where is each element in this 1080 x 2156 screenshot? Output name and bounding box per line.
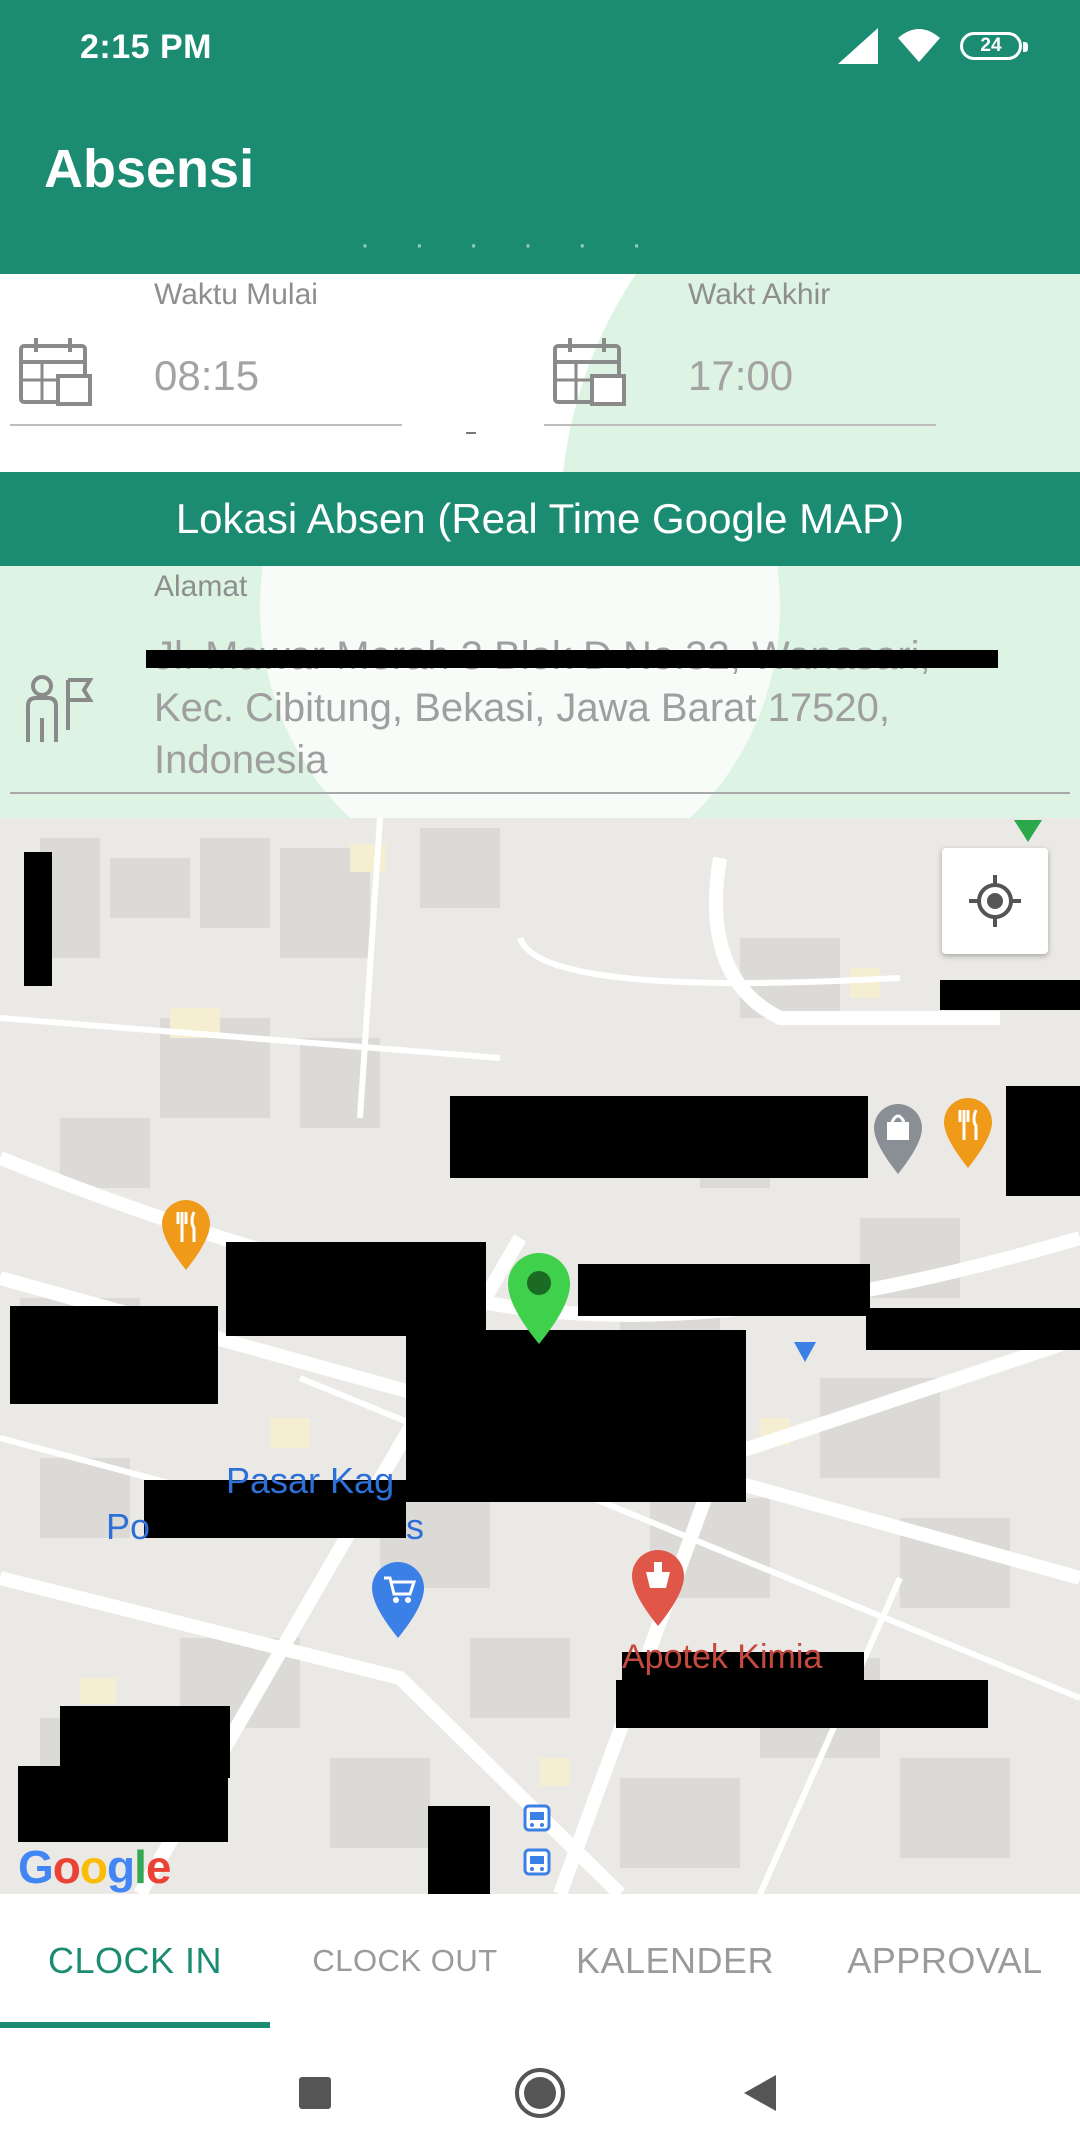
redaction-bar (146, 650, 998, 668)
redaction-bar (616, 1680, 988, 1728)
start-time-value: 08:15 (154, 352, 260, 399)
faded-scroll-text: · · · · · · (360, 228, 660, 261)
triangle-back-icon (744, 2075, 776, 2111)
my-location-icon (969, 875, 1021, 927)
shopping-cart-pin-icon[interactable] (368, 1558, 428, 1640)
tab-approval[interactable]: APPROVAL (810, 1894, 1080, 2028)
redaction-bar (406, 1330, 746, 1502)
redaction-bar (1006, 1086, 1080, 1196)
redaction-bar (10, 1306, 218, 1404)
battery-level: 24 (980, 35, 1002, 56)
small-map-marker-icon (794, 1342, 816, 1362)
redaction-bar (578, 1264, 870, 1316)
end-time-underline (544, 424, 936, 426)
restaurant-pin-icon[interactable] (158, 1196, 214, 1272)
redaction-bar (18, 1766, 228, 1842)
signal-icon (838, 28, 878, 64)
recent-apps-button[interactable] (280, 2058, 350, 2128)
redaction-bar (940, 980, 1080, 1010)
shopping-pin-icon[interactable] (870, 1100, 926, 1176)
battery-icon: 24 (960, 32, 1028, 60)
circle-icon (515, 2068, 565, 2118)
pharmacy-pin-icon[interactable] (628, 1546, 688, 1628)
address-label: Alamat (154, 570, 248, 603)
redaction-bar (24, 852, 52, 986)
status-icons: 24 (838, 26, 1028, 66)
time-separator (466, 432, 476, 434)
map-label-pharmacy: Apotek Kimia (622, 1638, 823, 1676)
bus-stop-icon[interactable] (522, 1804, 552, 1834)
status-time: 2:15 PM (80, 28, 212, 66)
time-section: Waktu Mulai 08:15 Wakt Akhir 17:00 (0, 274, 1080, 472)
start-time-underline (10, 424, 402, 426)
location-person-icon (26, 675, 94, 742)
redaction-bar (866, 1308, 1080, 1350)
app-bar: 2:15 PM 24 Absensi · · · · · · (0, 0, 1080, 274)
start-time-label: Waktu Mulai (154, 278, 318, 311)
small-map-marker-icon (1014, 820, 1042, 842)
square-icon (299, 2077, 331, 2109)
google-map[interactable]: Pasar Kag Po s Apotek Kimia Google (0, 818, 1080, 1894)
address-underline (10, 792, 1070, 794)
map-label-partial-end: s (406, 1506, 424, 1547)
map-section-header: Lokasi Absen (Real Time Google MAP) (0, 472, 1080, 566)
bus-stop-icon[interactable] (522, 1848, 552, 1878)
end-time-field[interactable]: Wakt Akhir 17:00 (544, 274, 936, 444)
end-time-label: Wakt Akhir (688, 278, 831, 311)
redaction-bar (450, 1096, 868, 1178)
address-field[interactable]: Alamat Jl. Mawar Merah 3 Blok D No.32, W… (0, 566, 1080, 818)
tab-kalender[interactable]: KALENDER (540, 1894, 810, 2028)
calendar-icon (553, 338, 626, 406)
system-navigation-bar (0, 2028, 1080, 2156)
current-location-pin-icon[interactable] (504, 1250, 574, 1346)
wifi-icon (898, 29, 940, 62)
redaction-bar (428, 1806, 490, 1894)
back-button[interactable] (725, 2058, 795, 2128)
calendar-icon (19, 338, 92, 406)
restaurant-pin-icon[interactable] (940, 1094, 996, 1170)
my-location-button[interactable] (942, 848, 1048, 954)
bottom-tab-bar: CLOCK IN CLOCK OUT KALENDER APPROVAL (0, 1894, 1080, 2029)
start-time-field[interactable]: Waktu Mulai 08:15 (10, 274, 402, 444)
map-label-market: Pasar Kag (226, 1460, 395, 1501)
end-time-value: 17:00 (688, 352, 794, 399)
tab-clock-in[interactable]: CLOCK IN (0, 1894, 270, 2028)
google-logo: Google (18, 1841, 171, 1893)
home-button[interactable] (505, 2058, 575, 2128)
redaction-bar (226, 1242, 486, 1336)
tab-clock-out[interactable]: CLOCK OUT (270, 1894, 540, 2028)
page-title: Absensi (44, 139, 255, 199)
map-label-partial: Po (106, 1506, 151, 1547)
